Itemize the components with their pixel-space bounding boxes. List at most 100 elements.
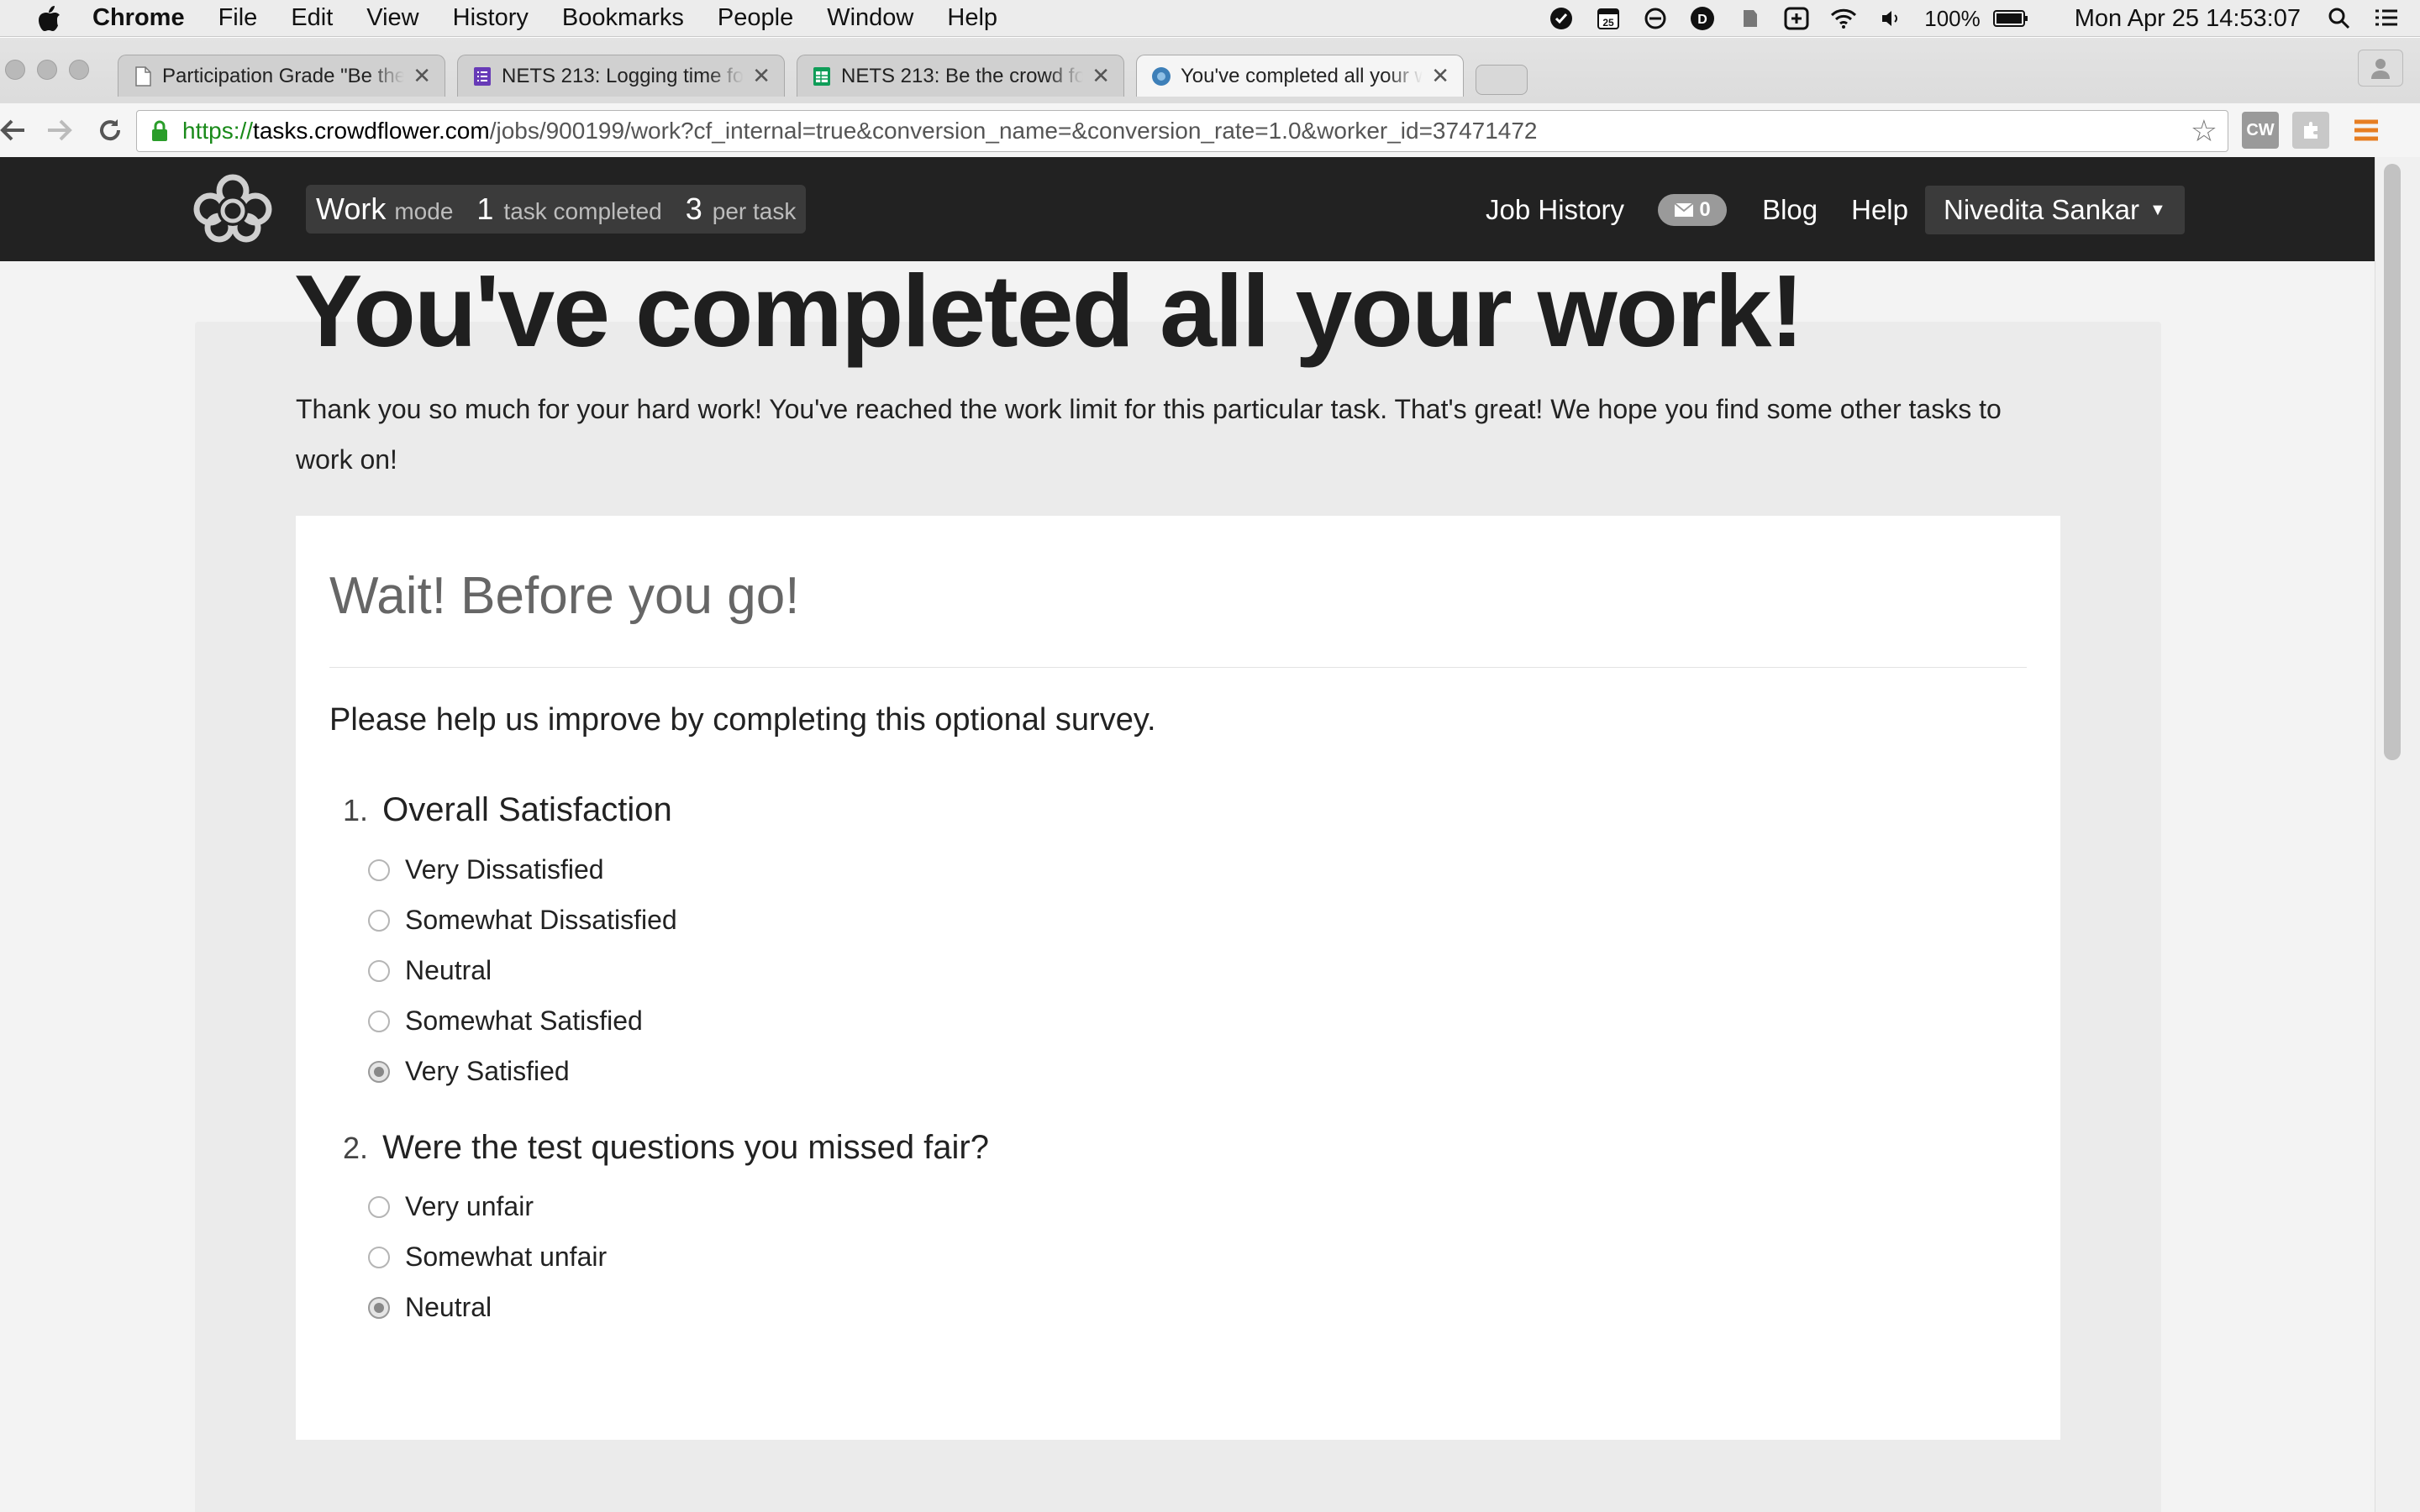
- option-label: Neutral: [405, 1292, 492, 1322]
- tab-participation-grade[interactable]: Participation Grade "Be the crowd" ✕: [118, 55, 445, 97]
- question-2: 2. Were the test questions you missed fa…: [343, 1129, 989, 1167]
- help-link[interactable]: Help: [1851, 194, 1908, 226]
- tab-strip: Participation Grade "Be the crowd" ✕ NET…: [118, 55, 1528, 97]
- caret-down-icon: ▼: [2149, 200, 2166, 219]
- spotlight-icon[interactable]: [2326, 5, 2353, 32]
- minimize-window-button[interactable]: [37, 60, 57, 80]
- option-label: Somewhat Satisfied: [405, 1005, 643, 1036]
- evernote-icon[interactable]: [1736, 5, 1763, 32]
- page-headline: You've completed all your work!: [294, 254, 1804, 368]
- address-bar[interactable]: https://tasks.crowdflower.com/jobs/90019…: [136, 110, 2228, 152]
- close-icon[interactable]: ✕: [1092, 63, 1110, 89]
- close-window-button[interactable]: [5, 60, 25, 80]
- option-very-satisfied[interactable]: Very Satisfied: [368, 1056, 570, 1087]
- radio-button[interactable]: [368, 909, 390, 932]
- clock[interactable]: Mon Apr 25 14:53:07: [2075, 5, 2301, 33]
- divider: [329, 667, 2027, 668]
- calendar-day: 25: [1603, 17, 1615, 29]
- new-tab-button[interactable]: [1476, 65, 1528, 95]
- battery-icon[interactable]: [1992, 5, 2029, 32]
- zoom-window-button[interactable]: [69, 60, 89, 80]
- crowdflower-icon: [1152, 66, 1171, 86]
- tab-title: NETS 213: Be the crowd for HW: [841, 64, 1083, 87]
- question-1: 1. Overall Satisfaction: [343, 791, 672, 829]
- tab-title: Participation Grade "Be the crowd": [162, 64, 405, 87]
- survey-panel: Wait! Before you go! Please help us impr…: [296, 516, 2060, 1440]
- id-icon[interactable]: D: [1689, 5, 1716, 32]
- mode-label: mode: [394, 198, 454, 224]
- crowdflower-logo-icon[interactable]: [192, 172, 274, 243]
- radio-button-selected[interactable]: [368, 1060, 390, 1083]
- extension-puzzle-icon[interactable]: [2292, 112, 2329, 149]
- survey-title: Wait! Before you go!: [329, 567, 800, 625]
- option-label: Somewhat Dissatisfied: [405, 905, 677, 935]
- page-scrollbar[interactable]: [2375, 157, 2420, 1512]
- option-somewhat-satisfied[interactable]: Somewhat Satisfied: [368, 1005, 643, 1037]
- tab-nets-logging-time[interactable]: NETS 213: Logging time for HW ✕: [457, 55, 785, 97]
- blog-link[interactable]: Blog: [1762, 194, 1818, 226]
- reload-icon[interactable]: [91, 111, 129, 150]
- option-very-unfair[interactable]: Very unfair: [368, 1191, 534, 1222]
- option-neutral[interactable]: Neutral: [368, 955, 492, 986]
- job-history-link[interactable]: Job History: [1486, 194, 1624, 226]
- close-icon[interactable]: ✕: [413, 63, 431, 89]
- close-icon[interactable]: ✕: [1431, 63, 1449, 89]
- question-text: Were the test questions you missed fair?: [382, 1129, 989, 1166]
- sync-icon[interactable]: [1642, 5, 1669, 32]
- option-neutral[interactable]: Neutral: [368, 1292, 492, 1323]
- radio-button-selected[interactable]: [368, 1296, 390, 1319]
- profile-icon[interactable]: [2358, 50, 2403, 87]
- menu-file[interactable]: File: [218, 4, 258, 32]
- radio-button[interactable]: [368, 959, 390, 982]
- radio-button[interactable]: [368, 1246, 390, 1268]
- menu-view[interactable]: View: [366, 4, 418, 32]
- checkmark-icon[interactable]: [1548, 5, 1575, 32]
- menu-app-chrome[interactable]: Chrome: [92, 4, 185, 32]
- survey-subtitle: Please help us improve by completing thi…: [329, 702, 1156, 738]
- sheets-icon: [813, 66, 830, 86]
- option-very-dissatisfied[interactable]: Very Dissatisfied: [368, 854, 604, 885]
- tab-completed-work[interactable]: You've completed all your work! ✕: [1136, 55, 1464, 97]
- plus-icon[interactable]: [1783, 5, 1810, 32]
- chrome-menu-icon[interactable]: [2348, 112, 2385, 149]
- option-somewhat-dissatisfied[interactable]: Somewhat Dissatisfied: [368, 905, 677, 936]
- lock-icon: [152, 120, 167, 141]
- back-arrow-icon[interactable]: [0, 111, 32, 150]
- forward-arrow-icon[interactable]: [40, 111, 79, 150]
- user-menu-button[interactable]: Nivedita Sankar ▼: [1925, 186, 2185, 234]
- menu-history[interactable]: History: [453, 4, 529, 32]
- work-mode-label: Work mode: [316, 192, 453, 227]
- menu-help[interactable]: Help: [947, 4, 997, 32]
- option-label: Very unfair: [405, 1191, 534, 1221]
- scrollbar-thumb[interactable]: [2384, 164, 2401, 760]
- macos-menu-bar: Chrome File Edit View History Bookmarks …: [0, 0, 2420, 37]
- bookmark-star-icon[interactable]: ☆: [2191, 113, 2217, 149]
- list-icon[interactable]: [2373, 5, 2400, 32]
- radio-button[interactable]: [368, 1195, 390, 1218]
- option-somewhat-unfair[interactable]: Somewhat unfair: [368, 1242, 607, 1273]
- intro-text: Thank you so much for your hard work! Yo…: [296, 394, 2002, 475]
- menu-window[interactable]: Window: [827, 4, 913, 32]
- menu-bookmarks[interactable]: Bookmarks: [562, 4, 684, 32]
- extension-cw-icon[interactable]: CW: [2242, 112, 2279, 149]
- battery-percent: 100%: [1924, 5, 1981, 31]
- volume-icon[interactable]: [1877, 5, 1904, 32]
- messages-count: 0: [1699, 198, 1711, 221]
- top-nav: Job History 0 Blog Help Nivedita Sankar …: [1486, 186, 2185, 234]
- messages-badge[interactable]: 0: [1658, 194, 1728, 226]
- tab-nets-be-the-crowd[interactable]: NETS 213: Be the crowd for HW ✕: [797, 55, 1124, 97]
- calendar-icon[interactable]: 25: [1595, 5, 1622, 32]
- radio-button[interactable]: [368, 1010, 390, 1032]
- url-host: tasks.crowdflower.com: [253, 118, 490, 144]
- menu-people[interactable]: People: [718, 4, 793, 32]
- user-name: Nivedita Sankar: [1944, 194, 2139, 225]
- option-label: Somewhat unfair: [405, 1242, 608, 1272]
- svg-text:D: D: [1697, 13, 1707, 27]
- close-icon[interactable]: ✕: [752, 63, 771, 89]
- menu-edit[interactable]: Edit: [291, 4, 333, 32]
- question-number: 1.: [343, 793, 369, 827]
- option-label: Very Satisfied: [405, 1056, 570, 1086]
- radio-button[interactable]: [368, 858, 390, 881]
- wifi-icon[interactable]: [1830, 5, 1857, 32]
- apple-icon[interactable]: [30, 4, 69, 33]
